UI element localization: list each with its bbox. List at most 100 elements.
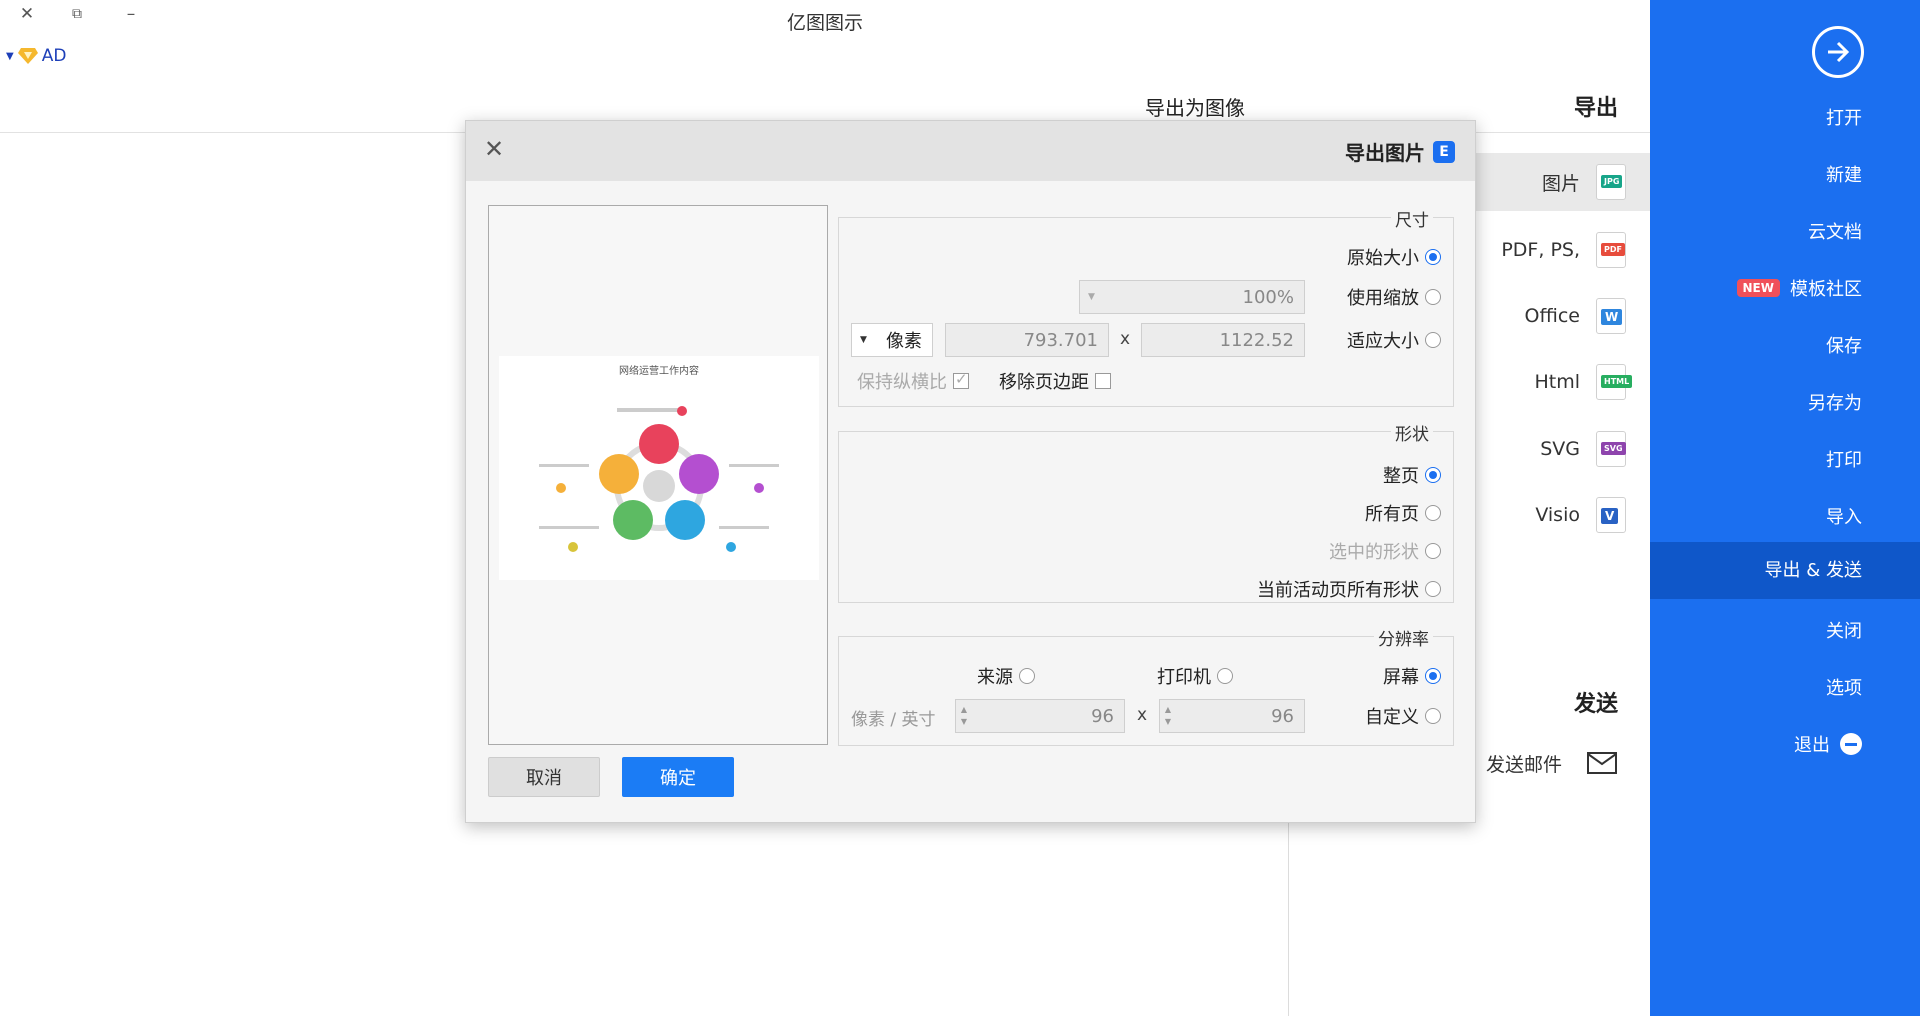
chevron-down-icon: ▼ (1088, 292, 1095, 302)
export-row-image[interactable]: 图片 JPG (1470, 153, 1650, 211)
ok-button[interactable]: 确定 (622, 757, 734, 797)
radio-fit-size[interactable]: 适应大小 (1347, 327, 1441, 353)
size-group: 尺寸 原始大小 使用缩放 ▼ 100% 适应大小 1122.52 x 793.7… (838, 206, 1454, 407)
user-account[interactable]: ▼ AD (6, 46, 66, 66)
radio-dot (1425, 467, 1441, 483)
new-badge: NEW (1736, 279, 1780, 297)
radio-source[interactable]: 来源 (977, 663, 1035, 689)
export-row-svg[interactable]: SVG SVG (1470, 420, 1650, 478)
export-subtitle: 导出为图像 (1145, 96, 1245, 120)
sidebar-item-options[interactable]: 选项 (1826, 674, 1862, 700)
radio-printer[interactable]: 打印机 (1157, 663, 1233, 689)
export-row-label: PDF, PS, (1501, 239, 1580, 261)
divider (1288, 800, 1289, 1016)
chevron-down-icon: ▼ (860, 335, 867, 345)
radio-dot (1425, 708, 1441, 724)
export-row-label: Html (1534, 371, 1580, 393)
sidebar-item-exit[interactable]: 退出 (1794, 731, 1862, 757)
shape-group-title: 形状 (1391, 420, 1433, 445)
radio-custom[interactable]: 自定义 (1365, 703, 1441, 729)
radio-selected-shapes[interactable]: 选中的形状 (1329, 538, 1441, 564)
radio-dot (1425, 249, 1441, 265)
resolution-group: 分辨率 屏幕 打印机 来源 自定义 ▲ ▼ 96 x ▲ ▼ 96 像素 / 英寸 (838, 625, 1454, 746)
sidebar-item-close[interactable]: 关闭 (1826, 617, 1862, 643)
spinner-icon[interactable]: ▲ ▼ (956, 700, 972, 732)
dimension-separator: x (1137, 705, 1148, 725)
mail-icon (1587, 752, 1617, 774)
radio-current-page-shapes[interactable]: 当前活动页所有形状 (1257, 576, 1441, 602)
vip-gem-icon (17, 48, 38, 64)
export-row-label: SVG (1540, 438, 1580, 460)
radio-dot (1019, 668, 1035, 684)
send-mail-row[interactable]: 发送邮件 (1470, 738, 1650, 788)
close-icon[interactable]: ✕ (484, 135, 504, 163)
send-mail-label: 发送邮件 (1485, 753, 1562, 776)
sidebar-item-save-as[interactable]: 另存为 (1808, 389, 1862, 415)
radio-whole-page[interactable]: 整页 (1383, 462, 1441, 488)
sidebar-item-open[interactable]: 打开 (1826, 104, 1862, 130)
export-row-label: 图片 (1541, 172, 1580, 195)
radio-use-scale[interactable]: 使用缩放 (1347, 284, 1441, 310)
dpi-y-input[interactable]: ▲ ▼ 96 (955, 699, 1125, 733)
radio-dot (1425, 668, 1441, 684)
export-row-pdf[interactable]: PDF, PS, PDF (1470, 221, 1650, 279)
sidebar-item-import[interactable]: 导入 (1826, 503, 1862, 529)
app-logo-icon: E (1433, 140, 1455, 163)
sidebar-item-template-community[interactable]: NEW 模板社区 (1736, 275, 1862, 301)
export-row-label: Visio (1535, 504, 1580, 526)
radio-dot (1425, 289, 1441, 305)
dropdown-arrow-icon: ▼ (6, 50, 14, 62)
checkbox-box (953, 370, 969, 389)
checkbox-box (1095, 373, 1111, 389)
radio-dot (1425, 543, 1441, 559)
dimension-separator: x (1120, 329, 1131, 349)
preview-page: 网络运营工作内容 (499, 356, 819, 580)
export-preview: 网络运营工作内容 (488, 205, 828, 745)
preview-diagram: 网络运营工作内容 (539, 364, 779, 552)
remove-margin-checkbox[interactable]: 移除页边距 (999, 368, 1111, 394)
dialog-header: ✕ 导出图片 E (466, 121, 1475, 181)
dialog-title: 导出图片 E (1345, 137, 1455, 166)
sidebar-item-new[interactable]: 新建 (1826, 161, 1862, 187)
sidebar-item-cloud-docs[interactable]: 云文档 (1808, 218, 1862, 244)
export-row-html[interactable]: Html HTML (1470, 353, 1650, 411)
radio-original-size[interactable]: 原始大小 (1347, 244, 1441, 270)
backstage-sidebar (1650, 0, 1920, 1016)
export-image-dialog: ✕ 导出图片 E 网络运营工作内容 尺寸 原始大小 使用缩放 ▼ 100% 适应… (465, 120, 1476, 823)
height-input[interactable]: 793.701 (945, 323, 1109, 357)
exit-icon (1840, 733, 1862, 755)
width-input[interactable]: 1122.52 (1141, 323, 1305, 357)
user-label: AD (41, 46, 67, 66)
radio-dot (1425, 505, 1441, 521)
keep-ratio-checkbox[interactable]: 保持纵横比 (857, 368, 969, 394)
sidebar-item-export-send[interactable]: 导出 & 发送 (1650, 542, 1920, 599)
unit-select[interactable]: ▼ 像素 (851, 323, 933, 357)
cancel-button[interactable]: 取消 (488, 757, 600, 797)
radio-screen[interactable]: 屏幕 (1383, 663, 1441, 689)
radio-dot (1425, 581, 1441, 597)
pdf-file-icon: PDF (1596, 232, 1626, 268)
visio-file-icon: V (1596, 497, 1626, 533)
jpg-file-icon: JPG (1596, 164, 1626, 200)
export-row-visio[interactable]: Visio V (1470, 486, 1650, 544)
back-button[interactable] (1812, 26, 1864, 78)
shape-group: 形状 整页 所有页 选中的形状 当前活动页所有形状 (838, 420, 1454, 603)
export-row-label: Office (1524, 305, 1580, 327)
html-file-icon: HTML (1596, 364, 1633, 400)
export-row-office[interactable]: Office W (1470, 287, 1650, 345)
dpi-x-input[interactable]: ▲ ▼ 96 (1159, 699, 1305, 733)
send-heading: 发送 (1574, 692, 1619, 717)
export-heading: 导出 (1574, 96, 1619, 121)
scale-select[interactable]: ▼ 100% (1079, 280, 1305, 314)
sidebar-item-save[interactable]: 保存 (1826, 332, 1862, 358)
sidebar-item-print[interactable]: 打印 (1826, 446, 1862, 472)
spinner-icon[interactable]: ▲ ▼ (1160, 700, 1176, 732)
radio-dot (1425, 332, 1441, 348)
radio-dot (1217, 668, 1233, 684)
resolution-group-title: 分辨率 (1374, 625, 1433, 650)
radio-all-pages[interactable]: 所有页 (1365, 500, 1441, 526)
svg-file-icon: SVG (1596, 431, 1626, 467)
preview-title: 网络运营工作内容 (619, 364, 699, 377)
size-group-title: 尺寸 (1391, 206, 1433, 231)
app-title: 亿图图示 (786, 12, 863, 34)
